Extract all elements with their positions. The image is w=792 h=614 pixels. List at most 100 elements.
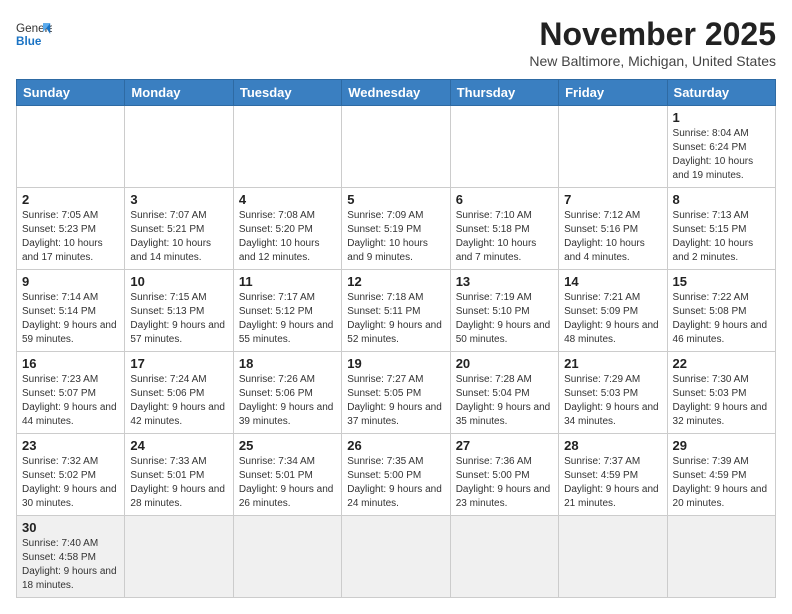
day-number: 26 <box>347 438 444 453</box>
day-info: Sunrise: 7:15 AM Sunset: 5:13 PM Dayligh… <box>130 291 227 347</box>
day-info: Sunrise: 7:17 AM Sunset: 5:12 PM Dayligh… <box>239 291 336 347</box>
calendar-cell <box>233 106 341 188</box>
day-number: 10 <box>130 274 227 289</box>
calendar-week-row: 9 Sunrise: 7:14 AM Sunset: 5:14 PM Daylig… <box>17 270 776 352</box>
calendar-cell: 29 Sunrise: 7:39 AM Sunset: 4:59 PM Dayli… <box>667 434 775 516</box>
day-info: Sunrise: 7:40 AM Sunset: 4:58 PM Dayligh… <box>22 537 119 593</box>
day-number: 13 <box>456 274 553 289</box>
day-number: 16 <box>22 356 119 371</box>
calendar-cell: 16Sunrise: 7:23 AM Sunset: 5:07 PM Dayli… <box>17 352 125 434</box>
calendar-cell: 20 Sunrise: 7:28 AM Sunset: 5:04 PM Dayli… <box>450 352 558 434</box>
calendar-cell: 22 Sunrise: 7:30 AM Sunset: 5:03 PM Dayli… <box>667 352 775 434</box>
weekday-header-sunday: Sunday <box>17 80 125 106</box>
day-info: Sunrise: 7:08 AM Sunset: 5:20 PM Dayligh… <box>239 209 336 265</box>
calendar-cell: 24 Sunrise: 7:33 AM Sunset: 5:01 PM Dayli… <box>125 434 233 516</box>
weekday-header-tuesday: Tuesday <box>233 80 341 106</box>
calendar-cell <box>125 106 233 188</box>
day-number: 5 <box>347 192 444 207</box>
day-number: 9 <box>22 274 119 289</box>
day-info: Sunrise: 7:21 AM Sunset: 5:09 PM Dayligh… <box>564 291 661 347</box>
day-number: 29 <box>673 438 770 453</box>
calendar-week-row: 16Sunrise: 7:23 AM Sunset: 5:07 PM Dayli… <box>17 352 776 434</box>
day-info: Sunrise: 7:12 AM Sunset: 5:16 PM Dayligh… <box>564 209 661 265</box>
calendar-cell: 2 Sunrise: 7:05 AM Sunset: 5:23 PM Daylig… <box>17 188 125 270</box>
calendar-cell <box>559 106 667 188</box>
day-number: 8 <box>673 192 770 207</box>
day-info: Sunrise: 7:13 AM Sunset: 5:15 PM Dayligh… <box>673 209 770 265</box>
calendar-cell <box>342 516 450 598</box>
weekday-header-monday: Monday <box>125 80 233 106</box>
generalblue-logo-icon: General Blue <box>16 16 52 52</box>
calendar-cell: 17Sunrise: 7:24 AM Sunset: 5:06 PM Dayli… <box>125 352 233 434</box>
day-number: 15 <box>673 274 770 289</box>
day-number: 22 <box>673 356 770 371</box>
calendar-week-row: 1 Sunrise: 8:04 AM Sunset: 6:24 PM Daylig… <box>17 106 776 188</box>
day-number: 23 <box>22 438 119 453</box>
day-info: Sunrise: 7:32 AM Sunset: 5:02 PM Dayligh… <box>22 455 119 511</box>
day-info: Sunrise: 7:18 AM Sunset: 5:11 PM Dayligh… <box>347 291 444 347</box>
day-info: Sunrise: 7:29 AM Sunset: 5:03 PM Dayligh… <box>564 373 661 429</box>
day-number: 27 <box>456 438 553 453</box>
calendar-cell: 26 Sunrise: 7:35 AM Sunset: 5:00 PM Dayli… <box>342 434 450 516</box>
calendar-cell <box>450 516 558 598</box>
calendar-cell: 7 Sunrise: 7:12 AM Sunset: 5:16 PM Daylig… <box>559 188 667 270</box>
day-info: Sunrise: 7:39 AM Sunset: 4:59 PM Dayligh… <box>673 455 770 511</box>
day-number: 4 <box>239 192 336 207</box>
day-number: 14 <box>564 274 661 289</box>
calendar-cell: 9 Sunrise: 7:14 AM Sunset: 5:14 PM Daylig… <box>17 270 125 352</box>
logo: General Blue <box>16 16 52 52</box>
day-number: 20 <box>456 356 553 371</box>
calendar-cell: 23 Sunrise: 7:32 AM Sunset: 5:02 PM Dayli… <box>17 434 125 516</box>
calendar-cell <box>450 106 558 188</box>
day-info: Sunrise: 7:30 AM Sunset: 5:03 PM Dayligh… <box>673 373 770 429</box>
calendar-cell: 14 Sunrise: 7:21 AM Sunset: 5:09 PM Dayli… <box>559 270 667 352</box>
day-number: 6 <box>456 192 553 207</box>
day-info: Sunrise: 8:04 AM Sunset: 6:24 PM Dayligh… <box>673 127 770 183</box>
day-number: 28 <box>564 438 661 453</box>
day-info: Sunrise: 7:34 AM Sunset: 5:01 PM Dayligh… <box>239 455 336 511</box>
month-title: November 2025 <box>529 16 776 53</box>
day-number: 18 <box>239 356 336 371</box>
calendar-cell: 27Sunrise: 7:36 AM Sunset: 5:00 PM Dayli… <box>450 434 558 516</box>
calendar-cell <box>342 106 450 188</box>
day-info: Sunrise: 7:09 AM Sunset: 5:19 PM Dayligh… <box>347 209 444 265</box>
location-title: New Baltimore, Michigan, United States <box>529 53 776 69</box>
day-info: Sunrise: 7:22 AM Sunset: 5:08 PM Dayligh… <box>673 291 770 347</box>
day-info: Sunrise: 7:05 AM Sunset: 5:23 PM Dayligh… <box>22 209 119 265</box>
day-info: Sunrise: 7:24 AM Sunset: 5:06 PM Dayligh… <box>130 373 227 429</box>
day-number: 2 <box>22 192 119 207</box>
calendar-cell: 19 Sunrise: 7:27 AM Sunset: 5:05 PM Dayli… <box>342 352 450 434</box>
day-info: Sunrise: 7:14 AM Sunset: 5:14 PM Dayligh… <box>22 291 119 347</box>
weekday-header-row: SundayMondayTuesdayWednesdayThursdayFrid… <box>17 80 776 106</box>
day-number: 21 <box>564 356 661 371</box>
day-info: Sunrise: 7:35 AM Sunset: 5:00 PM Dayligh… <box>347 455 444 511</box>
day-info: Sunrise: 7:07 AM Sunset: 5:21 PM Dayligh… <box>130 209 227 265</box>
calendar-cell: 6 Sunrise: 7:10 AM Sunset: 5:18 PM Daylig… <box>450 188 558 270</box>
day-info: Sunrise: 7:33 AM Sunset: 5:01 PM Dayligh… <box>130 455 227 511</box>
day-info: Sunrise: 7:26 AM Sunset: 5:06 PM Dayligh… <box>239 373 336 429</box>
day-number: 1 <box>673 110 770 125</box>
calendar-week-row: 30 Sunrise: 7:40 AM Sunset: 4:58 PM Dayli… <box>17 516 776 598</box>
day-info: Sunrise: 7:10 AM Sunset: 5:18 PM Dayligh… <box>456 209 553 265</box>
calendar-cell: 15 Sunrise: 7:22 AM Sunset: 5:08 PM Dayli… <box>667 270 775 352</box>
day-number: 11 <box>239 274 336 289</box>
svg-text:Blue: Blue <box>16 35 42 48</box>
calendar-cell <box>233 516 341 598</box>
calendar-cell <box>17 106 125 188</box>
weekday-header-friday: Friday <box>559 80 667 106</box>
calendar-cell: 25Sunrise: 7:34 AM Sunset: 5:01 PM Dayli… <box>233 434 341 516</box>
calendar-table: SundayMondayTuesdayWednesdayThursdayFrid… <box>16 79 776 598</box>
calendar-cell: 4 Sunrise: 7:08 AM Sunset: 5:20 PM Daylig… <box>233 188 341 270</box>
day-number: 19 <box>347 356 444 371</box>
calendar-cell <box>559 516 667 598</box>
calendar-cell: 1 Sunrise: 8:04 AM Sunset: 6:24 PM Daylig… <box>667 106 775 188</box>
day-number: 12 <box>347 274 444 289</box>
day-number: 7 <box>564 192 661 207</box>
day-info: Sunrise: 7:27 AM Sunset: 5:05 PM Dayligh… <box>347 373 444 429</box>
day-info: Sunrise: 7:28 AM Sunset: 5:04 PM Dayligh… <box>456 373 553 429</box>
calendar-cell: 10 Sunrise: 7:15 AM Sunset: 5:13 PM Dayli… <box>125 270 233 352</box>
calendar-cell: 28Sunrise: 7:37 AM Sunset: 4:59 PM Dayli… <box>559 434 667 516</box>
day-number: 24 <box>130 438 227 453</box>
day-number: 30 <box>22 520 119 535</box>
page-header: General Blue November 2025 New Baltimore… <box>16 16 776 69</box>
